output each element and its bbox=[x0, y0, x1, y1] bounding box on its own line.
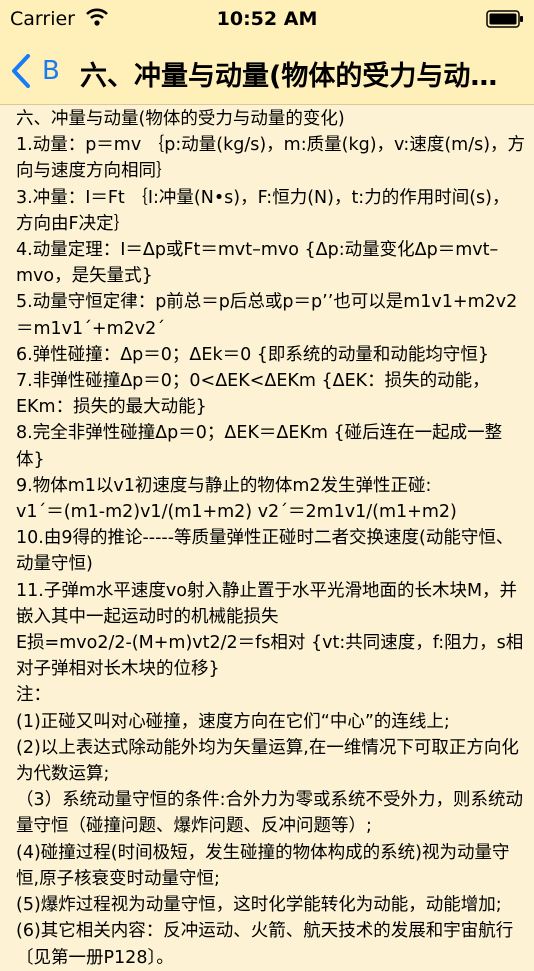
article-paragraph: （3）系统动量守恒的条件:合外力为零或系统不受外力，则系统动量守恒（碰撞问题、爆… bbox=[16, 790, 524, 837]
back-button[interactable]: B bbox=[10, 50, 60, 92]
back-button-label: B bbox=[42, 56, 60, 86]
article-paragraph: 11.子弹m水平速度vo射入静止置于水平光滑地面的长木块M，并嵌入其中一起运动时… bbox=[16, 580, 518, 627]
article-paragraph: (5)爆炸过程视为动量守恒，这时化学能转化为动能，动能增加;(6)其它相关内容：… bbox=[16, 895, 514, 968]
article-paragraph: 六、冲量与动量(物体的受力与动量的变化) bbox=[16, 109, 345, 129]
article-paragraph: 4.动量定理：I＝Δp或Ft＝mvt–mvo {Δp:动量变化Δp＝mvt–mv… bbox=[16, 240, 499, 287]
article-paragraph: (4)碰撞过程(时间极短，发生碰撞的物体构成的系统)视为动量守恒,原子核衰变时动… bbox=[16, 842, 510, 889]
status-bar: Carrier 10:52 AM bbox=[0, 0, 534, 38]
article-paragraph: 7.非弹性碰撞Δp＝0；0<ΔEK<ΔEKm {ΔEK：损失的动能，EKm：损失… bbox=[16, 371, 490, 418]
article-paragraph: 3.冲量：I＝Ft ｛I:冲量(N•s)，F:恒力(N)，t:力的作用时间(s)… bbox=[16, 187, 510, 234]
navigation-bar: B 六、冲量与动量(物体的受力与动量的变化) bbox=[0, 38, 534, 105]
article-paragraph: 9.物体m1以v1初速度与静止的物体m2发生弹性正碰: bbox=[16, 475, 432, 496]
article-paragraph: (2)以上表达式除动能外均为矢量运算,在一维情况下可取正方向化为代数运算; bbox=[16, 737, 519, 785]
article-paragraph: 6.弹性碰撞：Δp＝0；ΔEk＝0 {即系统的动量和动能均守恒} bbox=[16, 344, 490, 365]
status-time: 10:52 AM bbox=[216, 8, 318, 30]
article-paragraph: (1)正碰又叫对心碰撞，速度方向在它们“中心”的连线上; bbox=[16, 711, 450, 732]
article-paragraph: 10.由9得的推论-----等质量弹性正碰时二者交换速度(动能守恒、动量守恒) bbox=[16, 528, 514, 575]
article-paragraph: E损=mvo2/2-(M+m)vt2/2＝fs相对 {vt:共同速度，f:阻力，… bbox=[16, 633, 524, 680]
article-paragraph: 注： bbox=[16, 685, 51, 706]
article-paragraph: 5.动量守恒定律：p前总＝p后总或p＝p’’也可以是m1v1+m2v2＝m1v1… bbox=[16, 292, 518, 339]
page-title: 六、冲量与动量(物体的受力与动量的变化) bbox=[80, 61, 514, 90]
article-paragraph: 8.完全非弹性碰撞Δp＝0；ΔEK＝ΔEKm {碰后连在一起成一整体} bbox=[16, 423, 503, 470]
battery-icon bbox=[486, 10, 523, 28]
article-paragraph: 1.动量：p＝mv ｛p:动量(kg/s)，m:质量(kg)，v:速度(m/s)… bbox=[16, 135, 526, 182]
chevron-left-icon bbox=[12, 54, 30, 88]
article-body: 六、冲量与动量(物体的受力与动量的变化) 1.动量：p＝mv ｛p:动量(kg/… bbox=[16, 106, 526, 971]
article-paragraph: v1´＝(m1-m2)v1/(m1+m2) v2´＝2m1v1/(m1+m2) bbox=[16, 502, 457, 523]
